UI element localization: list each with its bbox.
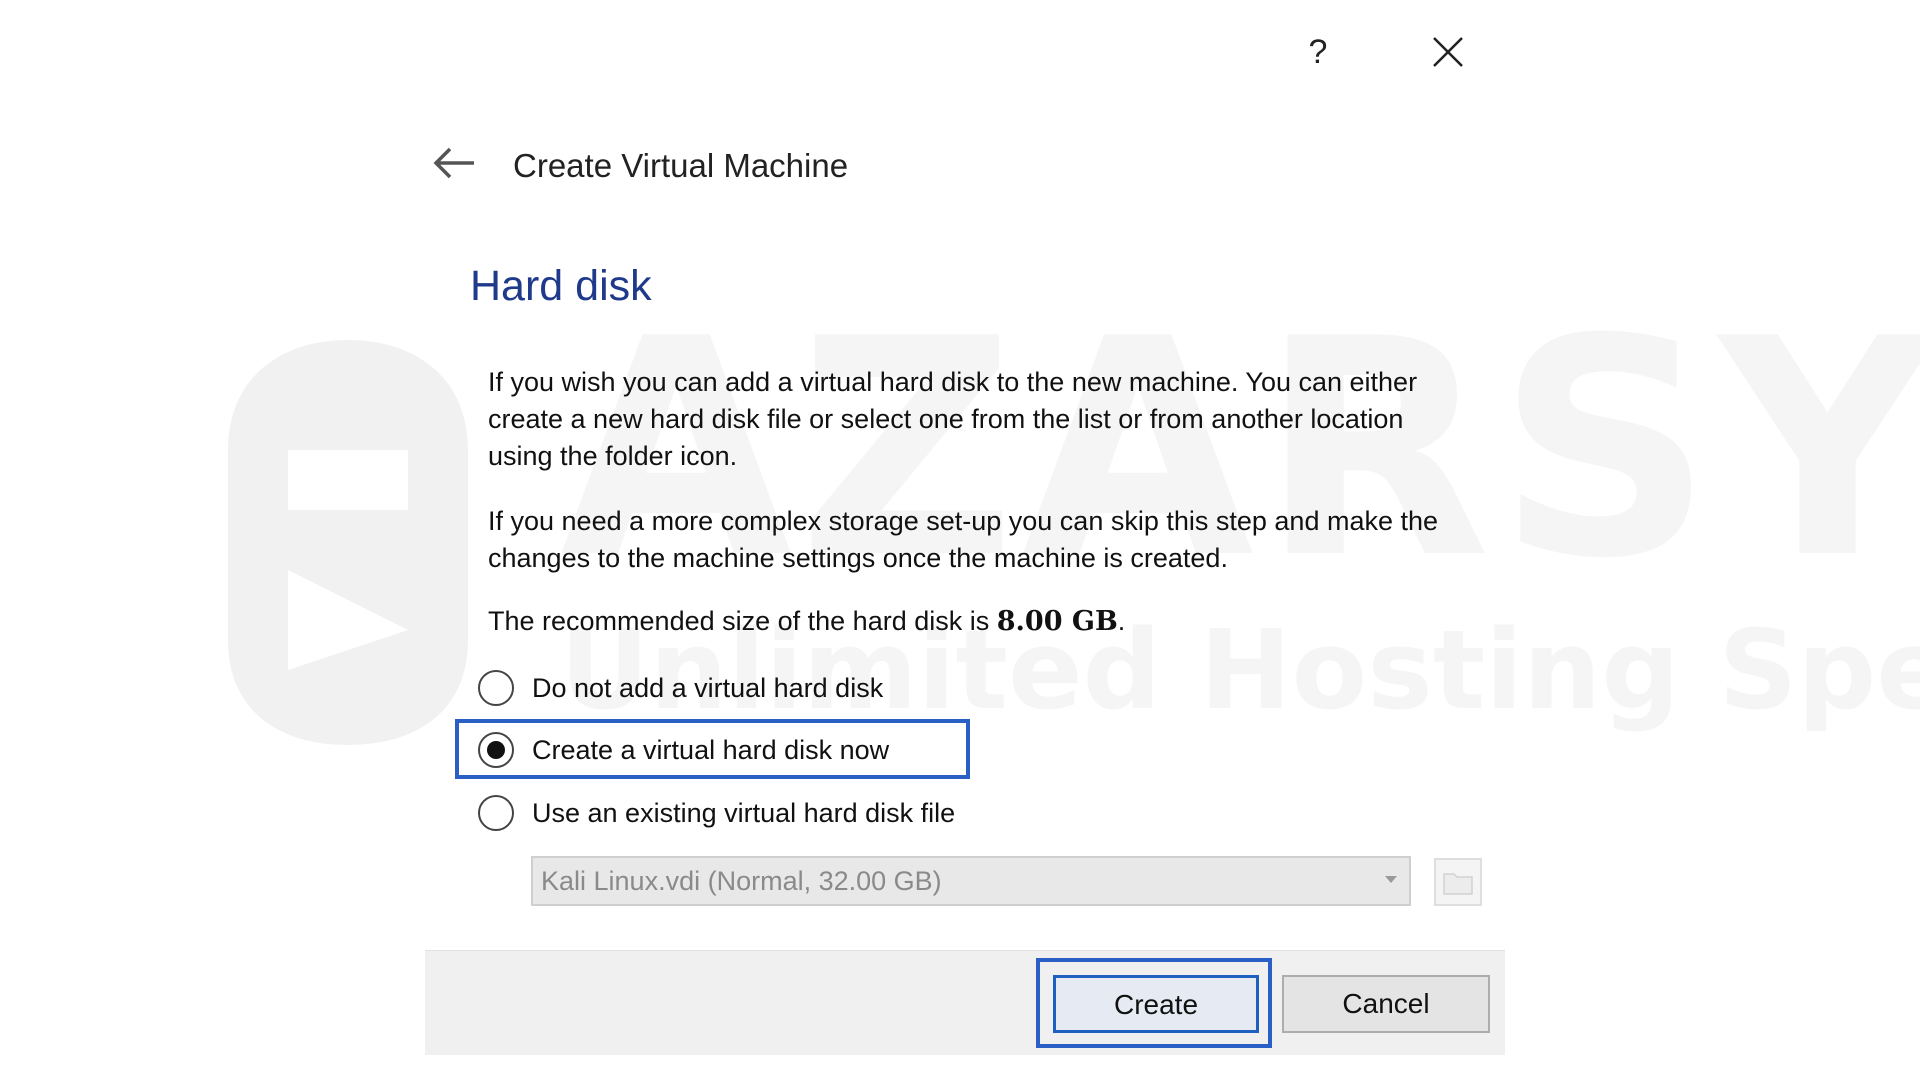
window-title: Create Virtual Machine [513,147,849,184]
radio-label: Use an existing virtual hard disk file [532,798,956,828]
disk-select-value: Kali Linux.vdi (Normal, 32.00 GB) [541,865,942,896]
recommended-size-text: The recommended size of the hard disk is… [488,603,1448,640]
radio-button[interactable] [478,795,514,831]
radio-button-selected[interactable] [478,732,514,768]
close-icon[interactable] [1430,34,1466,70]
choose-disk-folder-button[interactable] [1434,858,1482,906]
radio-label: Do not add a virtual hard disk [532,673,884,703]
existing-disk-select[interactable]: Kali Linux.vdi (Normal, 32.00 GB) [531,856,1411,906]
help-button[interactable]: ? [1300,30,1336,74]
description-paragraph-1: If you wish you can add a virtual hard d… [488,367,1418,471]
page-heading: Hard disk [470,262,652,310]
watermark-logo-icon [228,340,468,745]
radio-option-no-disk[interactable]: Do not add a virtual hard disk [478,665,1178,711]
cancel-button[interactable]: Cancel [1282,975,1490,1033]
recommended-size-value: 8.00 GB [996,606,1118,637]
chevron-down-icon [1385,876,1397,883]
radio-option-use-existing[interactable]: Use an existing virtual hard disk file [478,790,1178,836]
radio-button[interactable] [478,670,514,706]
folder-icon [1443,873,1473,895]
recommended-suffix: . [1117,606,1126,636]
radio-label: Create a virtual hard disk now [532,735,890,765]
create-button[interactable]: Create [1053,975,1259,1033]
recommended-prefix: The recommended size of the hard disk is [488,606,997,636]
dialog-window: AZARSYS Unlimited Hosting Speed ? Create… [0,0,1920,1080]
description-paragraph-2: If you need a more complex storage set-u… [488,506,1439,573]
arrow-left-icon[interactable] [432,146,476,180]
radio-option-create-now[interactable]: Create a virtual hard disk now [478,727,1178,773]
